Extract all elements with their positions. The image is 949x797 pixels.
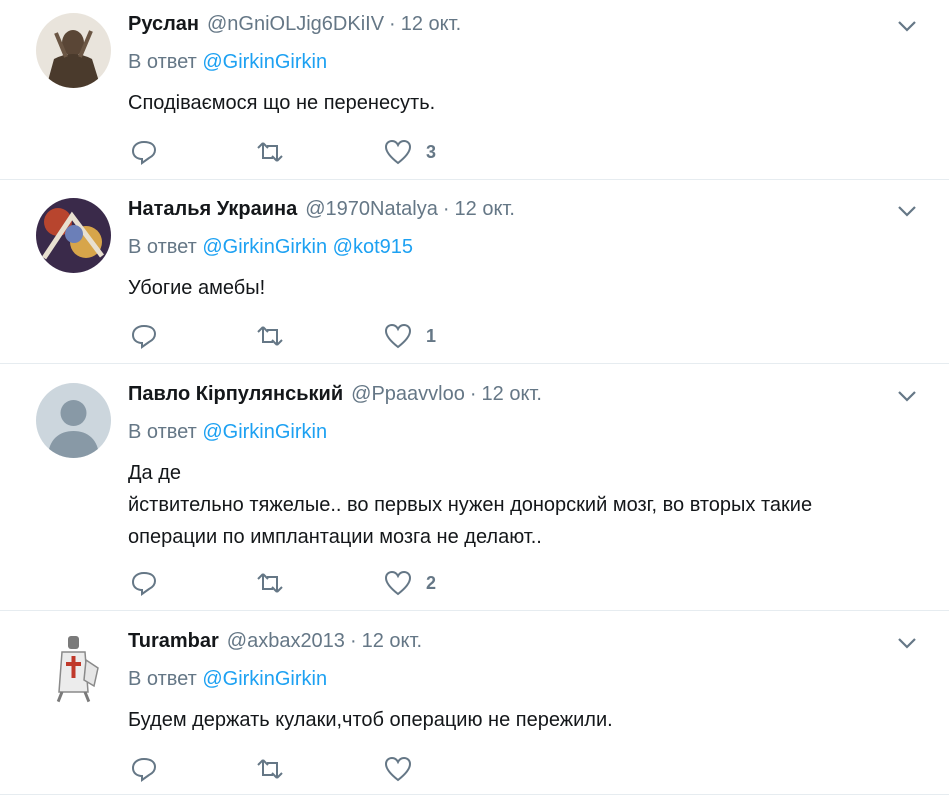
reply-icon <box>131 571 157 596</box>
replies-feed: Руслан @nGniOLJig6DKiIV · 12 окт. В ответ @… <box>0 0 949 797</box>
avatar-image <box>36 198 111 273</box>
retweet-button[interactable] <box>256 569 284 597</box>
separator: · <box>442 198 450 220</box>
heart-icon <box>384 323 412 349</box>
tweet-text-line: Сподіваємося що не перенесуть. <box>128 92 436 114</box>
reply-context: В ответ @GirkinGirkin <box>128 49 919 75</box>
user-name[interactable]: Наталья Украина <box>128 198 297 220</box>
tweet-text: Будем держать кулаки,чтоб операцию не пе… <box>128 704 919 736</box>
chevron-down-icon <box>898 391 916 402</box>
timestamp[interactable]: 12 окт. <box>362 630 422 652</box>
mention-link[interactable]: @GirkinGirkin <box>202 668 327 690</box>
reply-prefix: В ответ <box>128 421 197 443</box>
reply-prefix: В ответ <box>128 51 197 73</box>
avatar[interactable] <box>36 630 111 705</box>
tweet-text-line: Будем держать кулаки,чтоб операцию не пе… <box>128 709 613 731</box>
reply-button[interactable] <box>130 322 158 350</box>
reply-context: В ответ @GirkinGirkin @kot915 <box>128 234 919 260</box>
tweet-text-line: Убогие амебы! <box>128 277 266 299</box>
more-menu-button[interactable] <box>895 384 919 408</box>
chevron-down-icon <box>898 638 916 649</box>
avatar[interactable] <box>36 383 111 458</box>
chevron-down-icon <box>898 21 916 32</box>
reply-icon <box>131 757 157 782</box>
tweet-text-line: операции по имплантации мозга не делают.… <box>128 526 542 548</box>
heart-icon <box>384 139 412 165</box>
retweet-icon <box>257 326 283 346</box>
tweet[interactable]: Руслан @nGniOLJig6DKiIV · 12 окт. В ответ @… <box>0 0 949 180</box>
user-handle[interactable]: @axbax2013 <box>227 630 345 652</box>
user-handle[interactable]: @nGniOLJig6DKiIV <box>207 13 384 35</box>
tweet-header: Руслан @nGniOLJig6DKiIV · 12 окт. <box>128 11 919 37</box>
like-count: 1 <box>426 325 437 346</box>
user-name[interactable]: Павло Кірпулянський <box>128 383 343 405</box>
tweet-text-line: Да де <box>128 462 182 484</box>
like-count: 2 <box>426 572 437 593</box>
more-menu-button[interactable] <box>895 14 919 38</box>
user-name[interactable]: Turambar <box>128 630 219 652</box>
retweet-icon <box>257 759 283 779</box>
mention-link[interactable]: @GirkinGirkin <box>202 51 327 73</box>
reply-prefix: В ответ <box>128 236 197 258</box>
like-count: 3 <box>426 141 437 162</box>
tweet[interactable]: Павло Кірпулянський @Ppaavvloo · 12 окт. В … <box>0 364 949 611</box>
tweet-text: Сподіваємося що не перенесуть. <box>128 87 919 119</box>
default-avatar-icon <box>36 383 111 458</box>
chevron-down-icon <box>898 206 916 217</box>
mention-link[interactable]: @kot915 <box>333 236 413 258</box>
like-button[interactable]: 3 <box>384 138 436 166</box>
like-button[interactable] <box>384 755 426 783</box>
tweet-header: Turambar @axbax2013 · 12 окт. <box>128 628 919 654</box>
reply-icon <box>131 140 157 165</box>
user-name[interactable]: Руслан <box>128 13 199 35</box>
more-menu-button[interactable] <box>895 199 919 223</box>
more-menu-button[interactable] <box>895 631 919 655</box>
separator: · <box>389 13 396 35</box>
avatar-image <box>36 630 111 705</box>
tweet-header: Наталья Украина @1970Natalya · 12 окт. <box>128 196 919 222</box>
separator: · <box>349 630 357 652</box>
heart-icon <box>384 570 412 596</box>
tweet[interactable]: Наталья Украина @1970Natalya · 12 окт. В от… <box>0 180 949 364</box>
user-handle[interactable]: @1970Natalya <box>305 198 438 220</box>
like-button[interactable]: 2 <box>384 569 436 597</box>
user-handle[interactable]: @Ppaavvloo <box>351 383 465 405</box>
reply-button[interactable] <box>130 755 158 783</box>
mention-link[interactable]: @GirkinGirkin <box>202 421 327 443</box>
reply-context: В ответ @GirkinGirkin <box>128 666 919 692</box>
timestamp[interactable]: 12 окт. <box>401 13 461 35</box>
retweet-icon <box>257 142 283 162</box>
retweet-button[interactable] <box>256 138 284 166</box>
tweet-text-line: йствительно тяжелые.. во первых нужен до… <box>128 494 813 516</box>
avatar[interactable] <box>36 13 111 88</box>
timestamp[interactable]: 12 окт. <box>482 383 542 405</box>
reply-button[interactable] <box>130 569 158 597</box>
tweet[interactable]: Turambar @axbax2013 · 12 окт. В ответ @Girk… <box>0 611 949 795</box>
mention-link[interactable]: @GirkinGirkin <box>202 236 327 258</box>
reply-button[interactable] <box>130 138 158 166</box>
timestamp[interactable]: 12 окт. <box>455 198 515 220</box>
separator: · <box>469 383 477 405</box>
avatar-image <box>36 13 111 88</box>
reply-icon <box>131 324 157 349</box>
reply-prefix: В ответ <box>128 668 197 690</box>
retweet-button[interactable] <box>256 755 284 783</box>
like-button[interactable]: 1 <box>384 322 436 350</box>
tweet-text: Да де йствительно тяжелые.. во первых ну… <box>128 457 919 553</box>
heart-icon <box>384 756 412 782</box>
retweet-icon <box>257 573 283 593</box>
retweet-button[interactable] <box>256 322 284 350</box>
reply-context: В ответ @GirkinGirkin <box>128 419 919 445</box>
tweet-text: Убогие амебы! <box>128 272 919 304</box>
tweet-header: Павло Кірпулянський @Ppaavvloo · 12 окт. <box>128 381 919 407</box>
avatar[interactable] <box>36 198 111 273</box>
